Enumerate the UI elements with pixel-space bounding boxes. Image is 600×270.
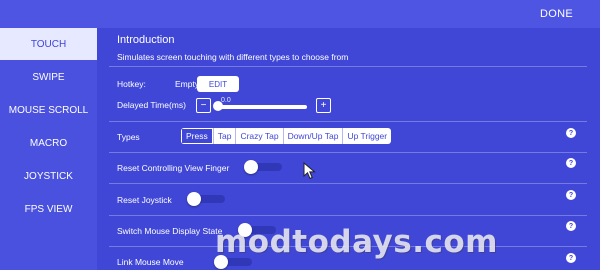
type-option-down-up-tap[interactable]: Down/Up Tap	[282, 128, 343, 144]
help-icon[interactable]: ?	[566, 158, 576, 168]
reset-finger-toggle[interactable]	[244, 160, 282, 174]
hotkey-label: Hotkey:	[117, 79, 146, 89]
help-icon[interactable]: ?	[566, 190, 576, 200]
sidebar-item-mouse-scroll[interactable]: MOUSE SCROLL	[0, 94, 97, 126]
mouse-pointer-icon	[303, 162, 316, 180]
toggle-knob	[244, 160, 258, 174]
types-label: Types	[117, 132, 140, 142]
delay-label: Delayed Time(ms)	[117, 100, 186, 110]
done-button[interactable]: DONE	[540, 8, 573, 20]
sidebar-item-swipe[interactable]: SWIPE	[0, 61, 97, 93]
divider	[109, 152, 587, 153]
help-icon[interactable]: ?	[566, 128, 576, 138]
delay-increase-button[interactable]: +	[316, 98, 331, 113]
type-option-crazy-tap[interactable]: Crazy Tap	[235, 128, 282, 144]
sidebar-item-macro[interactable]: MACRO	[0, 127, 97, 159]
sidebar-item-fps-view[interactable]: FPS VIEW	[0, 193, 97, 225]
reset-joystick-label: Reset Joystick	[117, 195, 172, 205]
top-bar: DONE	[0, 0, 600, 28]
reset-finger-label: Reset Controlling View Finger	[117, 163, 230, 173]
divider	[109, 215, 587, 216]
delay-decrease-button[interactable]: −	[196, 98, 211, 113]
delay-slider-handle[interactable]	[213, 101, 223, 111]
help-icon[interactable]: ?	[566, 253, 576, 263]
sidebar: TOUCH SWIPE MOUSE SCROLL MACRO JOYSTICK …	[0, 28, 97, 270]
help-icon[interactable]: ?	[566, 221, 576, 231]
sidebar-item-joystick[interactable]: JOYSTICK	[0, 160, 97, 192]
edit-hotkey-button[interactable]: EDIT	[197, 76, 239, 92]
divider	[109, 121, 587, 122]
watermark: modtodays.com	[215, 224, 498, 260]
sidebar-item-touch[interactable]: TOUCH	[0, 28, 97, 60]
divider	[109, 183, 587, 184]
hotkey-value: Empty	[175, 79, 200, 89]
type-option-press[interactable]: Press	[181, 128, 213, 144]
divider	[109, 66, 587, 67]
delay-slider-track[interactable]	[215, 105, 307, 109]
type-option-up-trigger[interactable]: Up Trigger	[342, 128, 391, 144]
type-option-tap[interactable]: Tap	[212, 128, 236, 144]
reset-joystick-toggle[interactable]	[187, 192, 225, 206]
section-description: Simulates screen touching with different…	[117, 52, 349, 62]
link-mouse-move-label: Link Mouse Move	[117, 257, 184, 267]
mouse-display-label: Switch Mouse Display State	[117, 226, 223, 236]
section-title: Introduction	[117, 34, 175, 46]
toggle-knob	[187, 192, 201, 206]
types-segmented-control: Press Tap Crazy Tap Down/Up Tap Up Trigg…	[181, 128, 392, 144]
